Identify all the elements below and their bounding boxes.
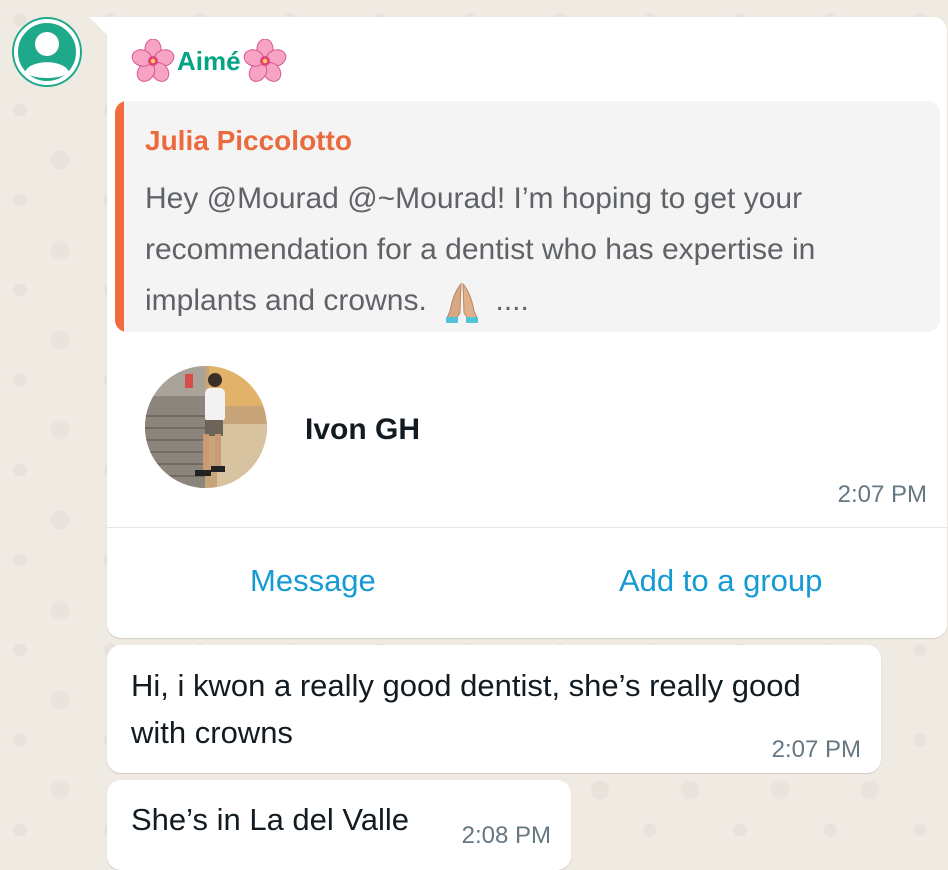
card-divider	[107, 527, 947, 528]
sender-avatar[interactable]	[12, 17, 82, 87]
text-message[interactable]: Hi, i kwon a really good dentist, she’s …	[107, 645, 881, 773]
contact-name[interactable]: Ivon GH	[305, 413, 420, 447]
quoted-message[interactable]: Julia Piccolotto Hey @Mourad @~Mourad! I…	[115, 101, 940, 332]
folded-hands-emoji	[446, 282, 479, 324]
cherry-blossom-emoji	[131, 39, 175, 82]
message-text: She’s in La del Valle	[131, 802, 410, 837]
default-user-icon	[14, 19, 80, 85]
quoted-text-block: Hey @Mourad @~Mourad! I’m hoping to get …	[145, 173, 845, 326]
text-message[interactable]: She’s in La del Valle 2:08 PM	[107, 780, 571, 870]
message-contact-button[interactable]: Message	[250, 563, 376, 599]
message-text: Hi, i kwon a really good dentist, she’s …	[131, 668, 801, 750]
add-to-group-button[interactable]: Add to a group	[619, 563, 822, 599]
contact-avatar[interactable]	[145, 366, 267, 488]
quoted-author: Julia Piccolotto	[145, 125, 352, 156]
quoted-ellipsis: ....	[495, 284, 529, 317]
sender-name[interactable]: Aimé	[177, 46, 241, 77]
message-timestamp: 2:08 PM	[461, 822, 551, 849]
sender-header: Aimé	[131, 39, 287, 83]
contact-card-message[interactable]: Aimé Julia Piccolotto Hey @Mourad @~Mour…	[107, 17, 947, 638]
message-timestamp: 2:07 PM	[837, 481, 927, 508]
message-timestamp: 2:07 PM	[771, 736, 861, 763]
quote-accent-bar	[115, 101, 124, 332]
cherry-blossom-emoji	[243, 39, 286, 82]
bubble-tail	[89, 17, 107, 35]
